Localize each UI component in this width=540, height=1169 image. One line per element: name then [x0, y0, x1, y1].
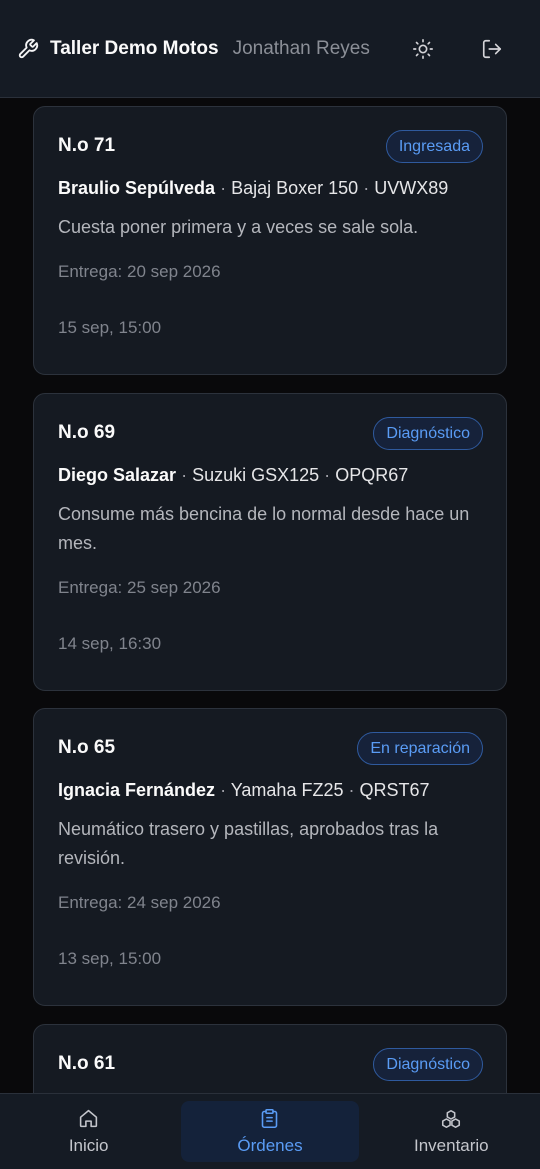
order-card[interactable]: N.o 69 Diagnóstico Diego Salazar · Suzuk… — [33, 393, 507, 691]
plate: QRST67 — [359, 780, 430, 800]
order-card[interactable]: N.o 65 En reparación Ignacia Fernández ·… — [33, 708, 507, 1006]
theme-toggle-button[interactable] — [405, 31, 441, 67]
order-card[interactable]: N.o 61 Diagnóstico — [33, 1024, 507, 1093]
logout-icon — [482, 39, 501, 58]
due-date: Entrega: 25 sep 2026 — [58, 578, 221, 597]
created-date: 14 sep, 16:30 — [58, 634, 162, 653]
due-date: Entrega: 20 sep 2026 — [58, 262, 221, 281]
nav-label: Órdenes — [237, 1135, 303, 1155]
client-name: Ignacia Fernández — [58, 780, 216, 800]
order-number: N.o 61 — [58, 1053, 116, 1074]
plate: UVWX89 — [374, 178, 449, 198]
user-name: Jonathan Reyes — [232, 37, 370, 59]
plate: OPQR67 — [335, 465, 409, 485]
home-icon — [78, 1108, 100, 1130]
app-title: Taller Demo Motos — [50, 37, 219, 59]
status-badge: Ingresada — [385, 130, 483, 163]
orders-list: N.o 71 Ingresada Braulio Sepúlveda · Baj… — [0, 98, 540, 1093]
order-number: N.o 71 — [58, 135, 116, 156]
order-vehicle-line: Braulio Sepúlveda · Bajaj Boxer 150 · UV… — [58, 178, 449, 198]
bike-model: Bajaj Boxer 150 — [231, 178, 359, 198]
order-number: N.o 65 — [58, 737, 116, 758]
created-date: 13 sep, 15:00 — [58, 949, 162, 968]
nav-item-inventario[interactable]: Inventario — [363, 1094, 540, 1169]
created-date: 15 sep, 15:00 — [58, 318, 162, 337]
bike-model: Yamaha FZ25 — [230, 780, 344, 800]
client-name: Braulio Sepúlveda — [58, 178, 216, 198]
status-badge: En reparación — [357, 732, 483, 765]
order-card[interactable]: N.o 71 Ingresada Braulio Sepúlveda · Baj… — [33, 106, 507, 375]
nav-item-ordenes[interactable]: Órdenes — [181, 1101, 359, 1162]
order-vehicle-line: Ignacia Fernández · Yamaha FZ25 · QRST67 — [58, 780, 430, 800]
due-date: Entrega: 24 sep 2026 — [58, 893, 221, 912]
bottom-nav: Inicio Órdenes Inventario — [0, 1093, 540, 1169]
nav-label: Inicio — [68, 1135, 109, 1155]
top-bar: Taller Demo Motos Jonathan Reyes — [0, 0, 540, 98]
status-badge: Diagnóstico — [373, 1048, 483, 1081]
order-vehicle-line: Diego Salazar · Suzuki GSX125 · OPQR67 — [58, 465, 409, 485]
order-description: Neumático trasero y pastillas, aprobados… — [58, 819, 439, 868]
nav-label: Inventario — [413, 1135, 489, 1155]
wrench-icon — [16, 37, 40, 61]
nav-item-inicio[interactable]: Inicio — [0, 1094, 177, 1169]
clipboard-icon — [259, 1108, 281, 1130]
logout-button[interactable] — [474, 31, 510, 67]
client-name: Diego Salazar — [58, 465, 177, 485]
sun-icon — [412, 38, 433, 59]
order-description: Consume más bencina de lo normal desde h… — [58, 504, 470, 553]
order-number: N.o 69 — [58, 422, 116, 443]
boxes-icon — [440, 1108, 462, 1130]
status-badge: Diagnóstico — [373, 417, 483, 450]
order-description: Cuesta poner primera y a veces se sale s… — [58, 217, 419, 237]
bike-model: Suzuki GSX125 — [192, 465, 320, 485]
